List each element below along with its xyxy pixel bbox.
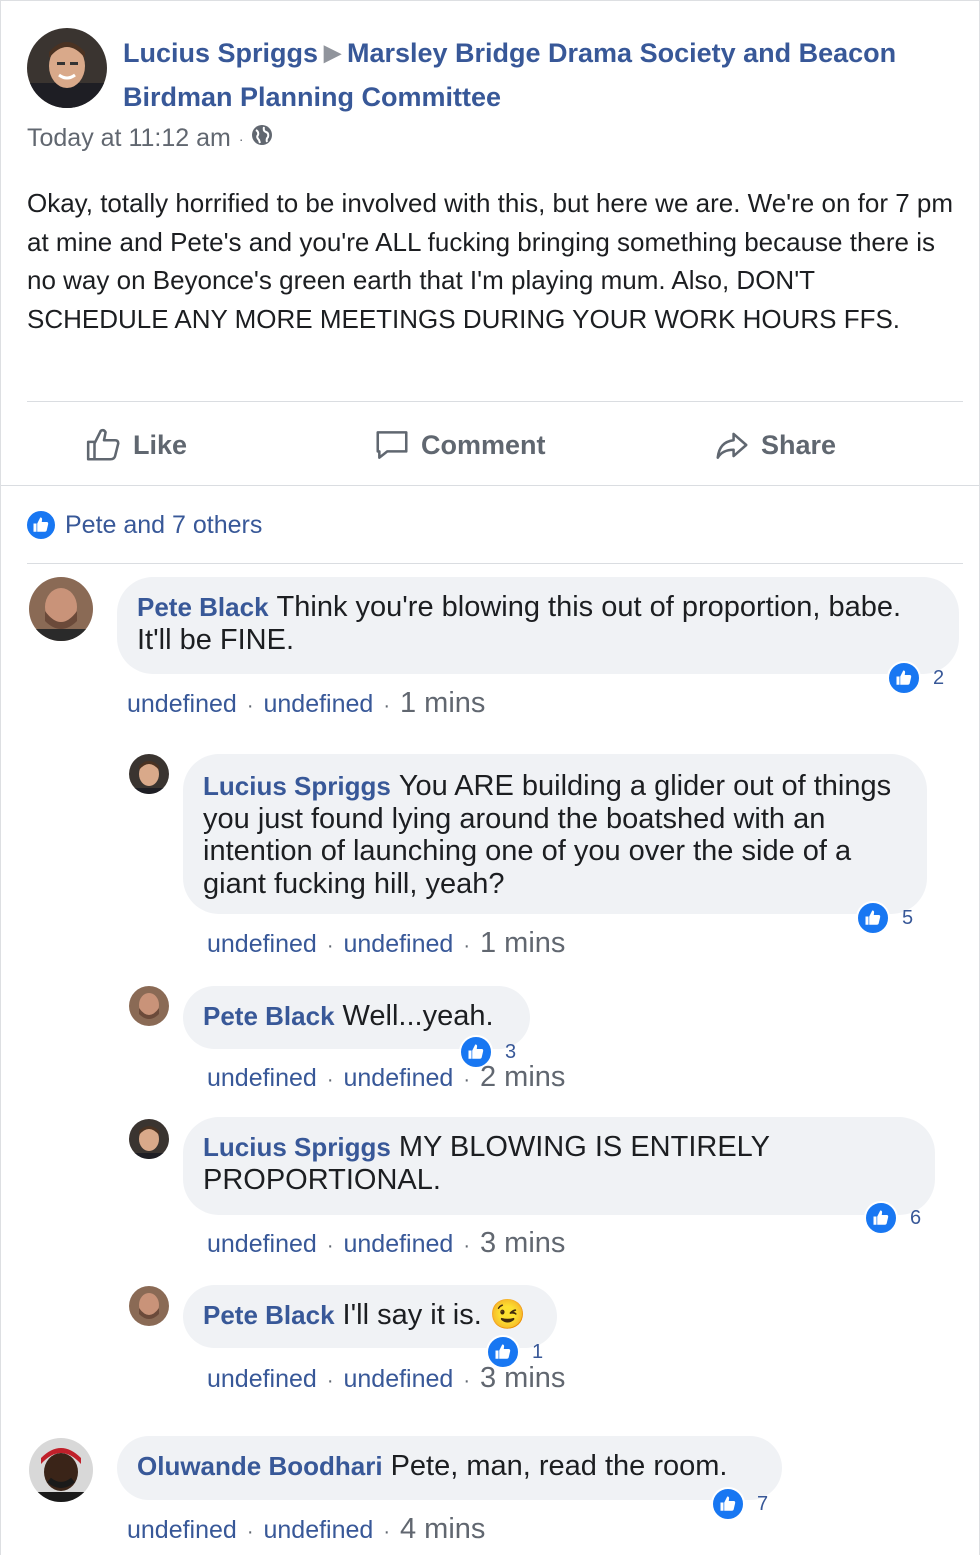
comment-author-link[interactable]: Lucius Spriggs	[203, 1132, 391, 1162]
post-timestamp-row: Today at 11:12 am ·	[27, 123, 274, 154]
comment-action-link[interactable]: undefined	[207, 930, 317, 959]
separator-dot: ·	[463, 935, 470, 957]
post-card: Lucius Spriggs ▶ Marsley Bridge Drama Soci…	[0, 0, 980, 1555]
thumbs-up-icon	[86, 428, 120, 461]
comment-text: I'll say it is. 😉	[342, 1299, 526, 1331]
likes-summary[interactable]: Pete and 7 others	[25, 509, 262, 541]
reaction-count: 2	[933, 666, 945, 689]
separator-dot: ·	[463, 1235, 470, 1257]
reaction-count: 1	[532, 1340, 544, 1363]
like-button[interactable]: Like	[85, 423, 187, 467]
likes-summary-text: Pete and 7 others	[65, 510, 263, 539]
comment-meta: undefined · undefined · 3 mins	[207, 1362, 565, 1395]
separator-dot: ·	[383, 1521, 390, 1543]
comment-author-link[interactable]: Pete Black	[203, 1300, 335, 1330]
comment-label: Comment	[421, 429, 546, 460]
post-header: Lucius Spriggs ▶ Marsley Bridge Drama Soci…	[123, 31, 953, 119]
comment-action-link[interactable]: undefined	[264, 1516, 374, 1545]
comment-author-link[interactable]: Lucius Spriggs	[203, 771, 391, 801]
comment-time[interactable]: 1 mins	[480, 927, 565, 960]
comment-action-link[interactable]: undefined	[344, 1365, 454, 1394]
comment-bubble: Lucius Spriggs MY BLOWING IS ENTIRELY PRO…	[183, 1117, 935, 1215]
like-reaction-icon	[887, 661, 921, 695]
globe-icon[interactable]	[250, 123, 274, 154]
like-reaction-icon	[711, 1487, 745, 1521]
like-reaction-icon	[864, 1201, 898, 1235]
post-timestamp[interactable]: Today at 11:12 am	[27, 124, 231, 153]
comment-action-link[interactable]: undefined	[344, 1230, 454, 1259]
comment-meta: undefined · undefined · 4 mins	[127, 1513, 485, 1546]
separator-dot: ·	[463, 1069, 470, 1091]
comment-time[interactable]: 2 mins	[480, 1061, 565, 1094]
comment-action-link[interactable]: undefined	[264, 690, 374, 719]
comment-reaction-count[interactable]: 7	[711, 1487, 768, 1521]
commenter-avatar[interactable]	[129, 1119, 169, 1159]
author-name-link[interactable]: Lucius Spriggs	[123, 38, 318, 68]
separator-dot: ·	[326, 1370, 334, 1392]
comment-icon	[376, 431, 408, 459]
reaction-count: 5	[902, 906, 914, 929]
like-label: Like	[133, 429, 188, 460]
comment-bubble: Lucius Spriggs You ARE building a glider …	[183, 754, 927, 914]
comment-text: Pete, man, read the room.	[390, 1450, 728, 1482]
comment-action-link[interactable]: undefined	[207, 1365, 317, 1394]
separator-dot: ·	[463, 1370, 470, 1392]
divider	[27, 563, 963, 564]
comment-reaction-count[interactable]: 2	[887, 661, 944, 695]
comment-meta: undefined · undefined · 3 mins	[207, 1227, 565, 1260]
commenter-avatar[interactable]	[129, 1286, 169, 1326]
comment-action-link[interactable]: undefined	[207, 1230, 317, 1259]
comment-bubble: Oluwande Boodhari Pete, man, read the roo…	[117, 1436, 782, 1500]
reaction-count: 6	[910, 1206, 922, 1229]
separator-dot: ·	[326, 1235, 334, 1257]
comment-reaction-count[interactable]: 6	[864, 1201, 921, 1235]
separator-dot: ·	[238, 130, 244, 147]
author-avatar[interactable]	[27, 28, 107, 108]
comment-time[interactable]: 1 mins	[400, 687, 485, 720]
caret-right-icon: ▶	[324, 40, 341, 65]
comment-action-link[interactable]: undefined	[344, 930, 454, 959]
share-label: Share	[761, 429, 837, 460]
comment-button[interactable]: Comment	[373, 423, 546, 467]
commenter-avatar[interactable]	[129, 754, 169, 794]
separator-dot: ·	[383, 695, 390, 717]
like-reaction-icon	[25, 509, 57, 541]
post-body-text: Okay, totally horrified to be involved w…	[27, 188, 953, 334]
comment-meta: undefined · undefined · 1 mins	[207, 927, 565, 960]
comment-bubble: Pete Black Think you're blowing this out …	[117, 577, 959, 674]
separator-dot: ·	[326, 1069, 334, 1091]
reaction-count: 7	[757, 1492, 769, 1515]
commenter-avatar[interactable]	[29, 1438, 93, 1502]
comment-author-link[interactable]: Oluwande Boodhari	[137, 1451, 383, 1481]
divider	[1, 485, 980, 486]
commenter-avatar[interactable]	[129, 986, 169, 1026]
comment-meta: undefined · undefined · 1 mins	[127, 687, 485, 720]
share-icon	[716, 432, 748, 459]
comment-time[interactable]: 3 mins	[480, 1362, 565, 1395]
commenter-avatar[interactable]	[29, 577, 93, 641]
comment-text: Well...yeah.	[342, 1000, 494, 1032]
comment-author-link[interactable]: Pete Black	[203, 1001, 335, 1031]
share-button[interactable]: Share	[713, 423, 836, 467]
divider	[27, 401, 963, 402]
like-reaction-icon	[856, 901, 890, 935]
comment-action-link[interactable]: undefined	[344, 1064, 454, 1093]
comment-action-link[interactable]: undefined	[207, 1064, 317, 1093]
comment-action-link[interactable]: undefined	[127, 1516, 237, 1545]
comment-time[interactable]: 3 mins	[480, 1227, 565, 1260]
separator-dot: ·	[246, 695, 254, 717]
separator-dot: ·	[326, 935, 334, 957]
comment-author-link[interactable]: Pete Black	[137, 592, 269, 622]
comment-meta: undefined · undefined · 2 mins	[207, 1061, 565, 1094]
separator-dot: ·	[246, 1521, 254, 1543]
comment-time[interactable]: 4 mins	[400, 1513, 485, 1546]
comment-action-link[interactable]: undefined	[127, 690, 237, 719]
comment-reaction-count[interactable]: 5	[856, 901, 913, 935]
